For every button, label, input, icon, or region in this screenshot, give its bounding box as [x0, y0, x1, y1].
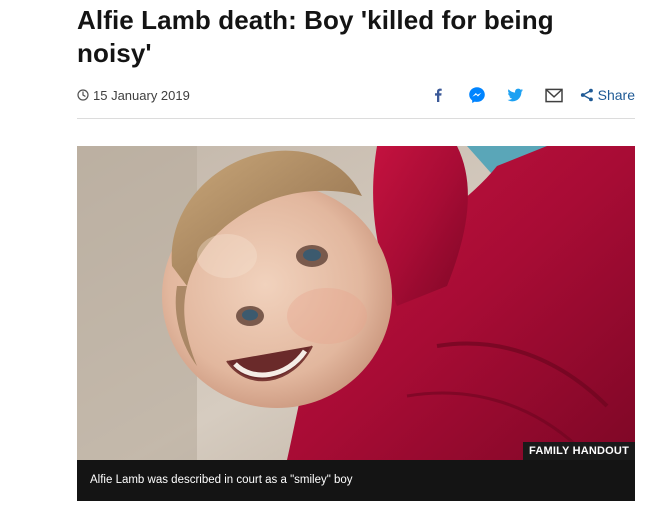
date-text: 15 January 2019 — [93, 87, 190, 103]
facebook-icon — [434, 88, 442, 102]
article-date: 15 January 2019 — [77, 88, 190, 103]
facebook-share-button[interactable] — [427, 84, 449, 106]
twitter-share-button[interactable] — [505, 84, 527, 106]
clock-icon — [77, 89, 89, 101]
share-icon — [580, 88, 593, 102]
article-meta: 15 January 2019 Share — [77, 80, 635, 110]
share-button[interactable]: Share — [580, 87, 635, 103]
messenger-icon — [468, 87, 485, 103]
meta-divider — [77, 118, 635, 119]
email-share-button[interactable] — [544, 84, 566, 106]
email-icon — [545, 88, 563, 102]
article-image: FAMILY HANDOUT Alfie Lamb was described … — [77, 146, 635, 501]
twitter-icon — [507, 88, 524, 101]
article-headline: Alfie Lamb death: Boy 'killed for being … — [77, 5, 554, 68]
messenger-share-button[interactable] — [466, 84, 488, 106]
share-label: Share — [597, 87, 635, 103]
photo-of-child — [77, 146, 635, 460]
image-caption: Alfie Lamb was described in court as a "… — [77, 460, 635, 501]
share-tools: Share — [410, 84, 635, 106]
image-copyright: FAMILY HANDOUT — [523, 442, 635, 462]
